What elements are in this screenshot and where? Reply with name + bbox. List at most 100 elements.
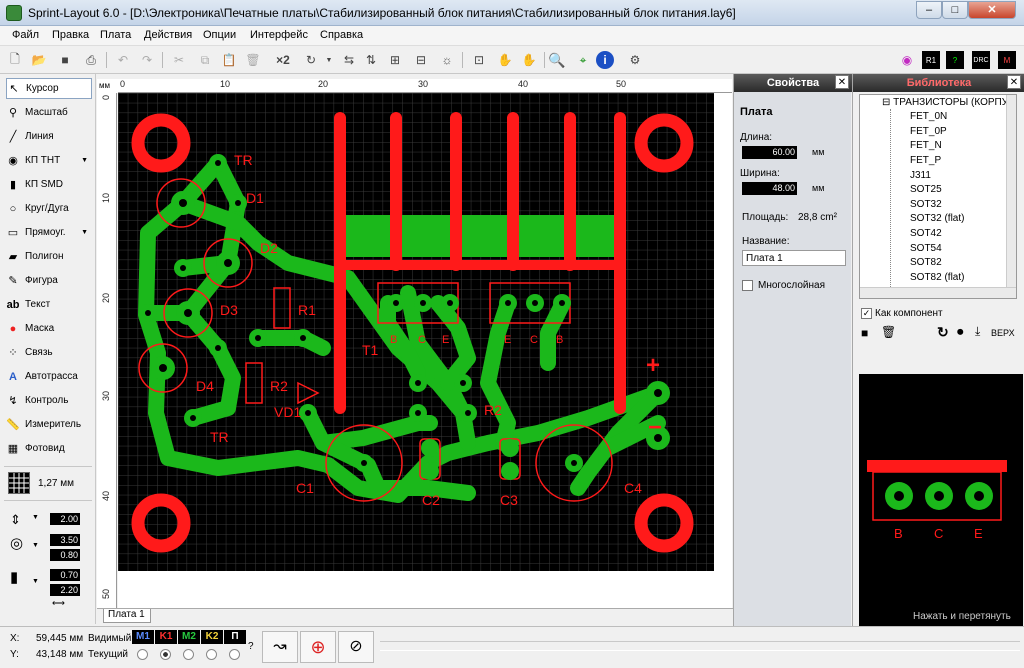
settings-gear-icon[interactable]: ⚙ [626, 51, 644, 69]
tree-group[interactable]: ⊟ ТРАНЗИСТОРЫ (КОРПУ [882, 97, 1008, 108]
radio-k2[interactable] [206, 649, 217, 660]
tree-item[interactable]: SOT25 [910, 184, 942, 195]
menu-help[interactable]: Справка [320, 29, 363, 41]
menu-actions[interactable]: Действия [144, 29, 192, 41]
tool-mask[interactable]: ● Маска [6, 318, 92, 339]
minimize-button[interactable]: – [916, 1, 942, 19]
radio-k1[interactable] [160, 649, 171, 660]
layer-m2[interactable]: M2 [178, 630, 200, 644]
record-icon[interactable]: ⏺ [957, 324, 964, 340]
close-button[interactable]: ✕ [968, 1, 1016, 19]
import-icon[interactable]: ⤓ [975, 324, 980, 339]
tree-item[interactable]: SOT42 [910, 228, 942, 239]
lock-icon[interactable]: ✋ [496, 51, 514, 69]
tool-pad-tht[interactable]: ◉ КП ТНТ ▼ [6, 150, 92, 171]
undo-icon[interactable]: ↶ [114, 51, 132, 69]
duplicate-x2-icon[interactable]: ×2 [274, 51, 292, 69]
unlock-icon[interactable]: ✋ [520, 51, 538, 69]
length-input[interactable]: 60.00 [742, 146, 797, 159]
properties-close-icon[interactable]: ✕ [835, 75, 849, 89]
tree-item[interactable]: SOT82 [910, 257, 942, 268]
align-icon[interactable]: ⊞ [386, 51, 404, 69]
tool-cursor[interactable]: ↖ Курсор [6, 78, 92, 99]
tree-vscroll[interactable] [1006, 95, 1016, 287]
group-icon[interactable]: ⊡ [470, 51, 488, 69]
rotate-library-icon[interactable]: ↻ [937, 324, 949, 341]
tree-item[interactable]: FET_P [910, 155, 941, 166]
menu-board[interactable]: Плата [100, 29, 131, 41]
radio-m2[interactable] [183, 649, 194, 660]
radio-p[interactable] [229, 649, 240, 660]
tool-text[interactable]: ab Текст [6, 294, 92, 315]
tool-photoview[interactable]: ▦ Фотовид [6, 438, 92, 459]
tool-figure[interactable]: ✎ Фигура [6, 270, 92, 291]
name-input[interactable]: Плата 1 [742, 250, 846, 266]
snap-icon[interactable]: ⊟ [412, 51, 430, 69]
maximize-button[interactable]: □ [942, 1, 968, 19]
help-check-icon[interactable]: ? [946, 51, 964, 69]
meter-icon[interactable]: M [998, 51, 1016, 69]
width-input[interactable]: 48.00 [742, 182, 797, 195]
multilayer-checkbox[interactable] [742, 280, 753, 291]
open-folder-icon[interactable]: 📂 [30, 51, 48, 69]
track-width-input[interactable]: 2.00 [50, 513, 80, 525]
side-label[interactable]: ВЕРХ [991, 328, 1015, 338]
paste-icon[interactable]: 📋 [220, 51, 238, 69]
tool-connection[interactable]: ⁘ Связь [6, 342, 92, 363]
layer-help[interactable]: ? [248, 641, 254, 652]
crosshair-icon[interactable]: ⌖ [574, 51, 592, 69]
crosshair-mode-icon[interactable]: ⊕ [300, 631, 336, 663]
radio-m1[interactable] [137, 649, 148, 660]
tree-item[interactable]: FET_0N [910, 111, 947, 122]
pad-size-dropdown-icon[interactable]: ▼ [32, 542, 39, 549]
trash-icon[interactable]: 🗑 [881, 325, 896, 339]
tree-hscroll[interactable] [860, 287, 1016, 298]
light-icon[interactable]: ☼ [438, 51, 456, 69]
menu-interface[interactable]: Интерфейс [250, 29, 308, 41]
component-preview[interactable]: B C E Нажать и перетянуть [859, 374, 1023, 626]
tree-item[interactable]: SOT32 (flat) [910, 213, 964, 224]
tool-circle[interactable]: ○ Круг/Дуга [6, 198, 92, 219]
save-icon[interactable]: ■ [56, 51, 74, 69]
pad-inner-input[interactable]: 0.80 [50, 549, 80, 561]
tab-board-1[interactable]: Плата 1 [103, 609, 151, 623]
board-canvas[interactable]: TR D1 D2 D3 D4 TR R1 R2 VD1 T1 B C E E C… [118, 93, 732, 608]
color-disc-icon[interactable]: ◉ [898, 51, 916, 69]
swap-icon[interactable]: ⟷ [52, 598, 65, 609]
tree-item[interactable]: FET_0P [910, 126, 947, 137]
r1-icon[interactable]: R1 [922, 51, 940, 69]
menu-file[interactable]: Файл [12, 29, 39, 41]
redo-icon[interactable]: ↷ [138, 51, 156, 69]
delete-icon[interactable]: 🗑 [244, 51, 262, 69]
pcb-board[interactable]: TR D1 D2 D3 D4 TR R1 R2 VD1 T1 B C E E C… [118, 93, 732, 608]
tree-item[interactable]: FET_N [910, 140, 942, 151]
tool-measure[interactable]: 📏 Измеритель [6, 414, 92, 435]
tool-autoroute[interactable]: A Автотрасса [6, 366, 92, 387]
tool-check[interactable]: ↯ Контроль [6, 390, 92, 411]
magnifier-icon[interactable]: 🔍 [548, 51, 566, 69]
layer-k2[interactable]: K2 [201, 630, 223, 644]
grid-icon[interactable] [8, 472, 30, 494]
print-icon[interactable]: ⎙ [82, 51, 100, 69]
mirror-h-icon[interactable]: ⇆ [340, 51, 358, 69]
curve-tool-icon[interactable]: ↝ [262, 631, 298, 663]
tool-zoom[interactable]: ⚲ Масштаб [6, 102, 92, 123]
tool-polygon[interactable]: ▰ Полигон [6, 246, 92, 267]
copy-icon[interactable]: ⧉ [196, 51, 214, 69]
rotate-icon[interactable]: ↻ [302, 51, 320, 69]
smd-height-input[interactable]: 2.20 [50, 584, 80, 596]
tree-item[interactable]: SOT54 [910, 243, 942, 254]
layer-m1[interactable]: M1 [132, 630, 154, 644]
track-width-dropdown-icon[interactable]: ▼ [32, 514, 39, 521]
menu-edit[interactable]: Правка [52, 29, 89, 41]
rotate-dropdown-icon[interactable]: ▼ [320, 51, 338, 69]
smd-width-input[interactable]: 0.70 [50, 569, 80, 581]
layer-k1[interactable]: K1 [155, 630, 177, 644]
library-close-icon[interactable]: ✕ [1007, 75, 1021, 89]
tree-item[interactable]: SOT82 (flat) [910, 272, 964, 283]
save-library-icon[interactable]: ■ [861, 326, 868, 340]
new-file-icon[interactable]: 🗋 [6, 51, 24, 69]
tree-item[interactable]: SOT32 [910, 199, 942, 210]
grid-value[interactable]: 1,27 мм [38, 478, 74, 489]
pad-outer-input[interactable]: 3.50 [50, 534, 80, 546]
